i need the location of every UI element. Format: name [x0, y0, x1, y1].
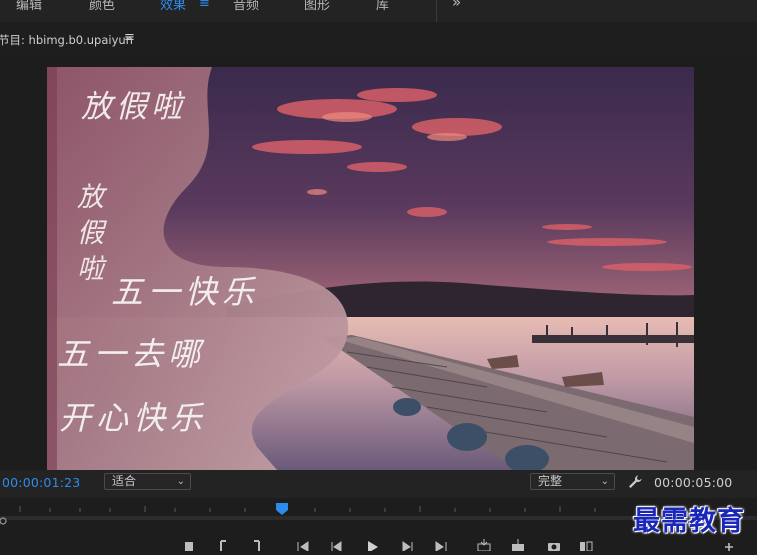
chevron-down-icon: ⌄	[600, 476, 609, 487]
video-frame[interactable]: 放假啦 放 假 啦 五一快乐 五一去哪 开心快乐	[47, 67, 694, 470]
playhead-marker[interactable]	[276, 503, 288, 515]
monitor-controls: 00:00:01:23 适合 ⌄ 完整 ⌄ 00:00:05:00	[0, 470, 757, 498]
insert-icon[interactable]	[477, 536, 491, 552]
chevron-down-icon: ⌄	[176, 476, 185, 487]
current-timecode[interactable]: 00:00:01:23	[2, 475, 80, 490]
overflow-chevron-icon[interactable]: »	[452, 0, 461, 11]
play-icon[interactable]	[366, 536, 380, 553]
tab-audio[interactable]: 音频	[233, 0, 259, 13]
duration-timecode: 00:00:05:00	[654, 475, 733, 490]
comparison-view-icon[interactable]	[579, 536, 593, 552]
title-vertical-1: 放	[77, 182, 104, 213]
zoom-level-value: 适合	[112, 474, 137, 488]
zoom-level-select[interactable]: 适合 ⌄	[104, 473, 191, 490]
title-text-1: 放假啦	[81, 89, 186, 125]
panel-menu-icon[interactable]: ≡	[124, 30, 135, 45]
program-monitor-header: 节目: hbimg.b0.upaiyun ≡	[0, 22, 757, 56]
mark-in-icon[interactable]	[217, 536, 231, 551]
title-text-3: 五一去哪	[57, 335, 206, 373]
tab-effects[interactable]: 效果	[160, 0, 186, 13]
export-frame-icon[interactable]	[547, 536, 561, 551]
go-to-in-icon[interactable]	[296, 536, 310, 552]
title-vertical-2: 假	[77, 218, 104, 249]
title-vertical-3: 啦	[77, 254, 104, 285]
step-forward-icon[interactable]	[400, 536, 414, 552]
go-to-out-icon[interactable]	[434, 536, 448, 552]
panel-title[interactable]: 节目: hbimg.b0.upaiyun	[0, 32, 133, 48]
tab-libraries[interactable]: 库	[376, 0, 389, 13]
tab-divider	[436, 0, 437, 22]
tab-graphics[interactable]: 图形	[304, 0, 330, 13]
overwrite-icon[interactable]	[511, 536, 525, 551]
watermark-text: 最需教育	[633, 506, 745, 537]
title-text-4: 开心快乐	[59, 399, 208, 437]
add-marker-icon[interactable]	[183, 536, 197, 551]
mark-out-icon[interactable]	[250, 536, 264, 551]
title-text-2: 五一快乐	[111, 273, 260, 311]
workspace-tab-bar: 编辑 颜色 效果 ≡ 音频 图形 库 »	[0, 0, 757, 23]
step-back-icon[interactable]	[330, 536, 344, 552]
playback-resolution-value: 完整	[538, 474, 563, 488]
playback-resolution-select[interactable]: 完整 ⌄	[530, 473, 615, 490]
tab-effects-menu-icon[interactable]: ≡	[199, 0, 210, 11]
wrench-icon[interactable]	[627, 474, 643, 490]
tab-color[interactable]: 颜色	[89, 0, 115, 13]
tab-edit[interactable]: 编辑	[16, 0, 42, 13]
